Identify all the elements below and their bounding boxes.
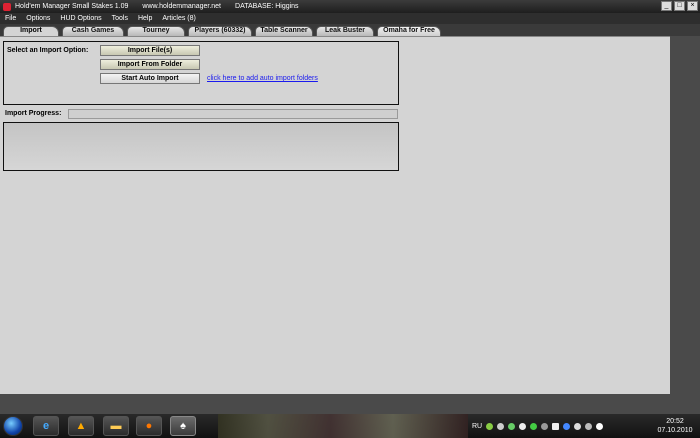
aimp-icon[interactable]: ▲ <box>68 416 94 436</box>
import-option-label: Select an Import Option: <box>7 47 89 54</box>
flag-icon[interactable] <box>552 422 560 430</box>
network-icon[interactable] <box>585 422 593 430</box>
window-database: DATABASE: Higgins <box>235 3 299 10</box>
tab-leak-buster[interactable]: Leak Buster <box>316 26 374 36</box>
close-icon[interactable]: × <box>687 1 698 11</box>
tab-omaha-for-free[interactable]: Omaha for Free <box>377 26 441 36</box>
tab-table-scanner[interactable]: Table Scanner <box>255 26 313 36</box>
tray-icon-5[interactable] <box>530 422 538 430</box>
menu-file[interactable]: File <box>0 15 21 22</box>
import-files-button[interactable]: Import File(s) <box>100 45 200 56</box>
app-icon <box>3 2 11 11</box>
windows-start-icon[interactable] <box>3 416 23 436</box>
language-indicator[interactable]: RU <box>472 423 482 430</box>
tab-import[interactable]: Import <box>3 26 59 36</box>
import-progress-label: Import Progress: <box>5 110 62 117</box>
window-title: Hold'em Manager Small Stakes 1.09 <box>15 3 129 10</box>
clock-date: 07.10.2010 <box>657 427 693 434</box>
import-from-folder-button[interactable]: Import From Folder <box>100 59 200 70</box>
bluetooth-icon[interactable] <box>563 422 571 430</box>
import-log-box <box>3 122 399 171</box>
taskbar-background <box>218 414 468 438</box>
tray-icon-6[interactable] <box>541 422 549 430</box>
menu-options[interactable]: Options <box>21 15 55 22</box>
holdem-manager-task[interactable]: ♠ <box>170 416 196 436</box>
window-controls: _ □ × <box>661 1 698 11</box>
ie-icon[interactable]: e <box>33 416 59 436</box>
menu-bar: File Options HUD Options Tools Help Arti… <box>0 13 700 24</box>
tab-tourney[interactable]: Tourney <box>127 26 185 36</box>
tab-strip: Import Cash Games Tourney Players (60332… <box>0 24 700 36</box>
system-tray: RU <box>472 414 662 438</box>
menu-tools[interactable]: Tools <box>107 15 133 22</box>
tray-icon-2[interactable] <box>497 422 505 430</box>
tray-icon-1[interactable] <box>486 422 494 430</box>
title-bar: Hold'em Manager Small Stakes 1.09 www.ho… <box>0 0 700 13</box>
tab-cash-games[interactable]: Cash Games <box>62 26 124 36</box>
start-auto-import-button[interactable]: Start Auto Import <box>100 73 200 84</box>
menu-hud-options[interactable]: HUD Options <box>55 15 106 22</box>
taskbar: e ▲ ▬ ● ♠ RU 20:52 07.10.2010 <box>0 414 700 438</box>
add-auto-import-folders-link[interactable]: click here to add auto import folders <box>207 75 318 82</box>
background-strip-right <box>670 36 700 394</box>
firefox-icon[interactable]: ● <box>136 416 162 436</box>
import-options-box: Select an Import Option: Import File(s) … <box>3 41 399 105</box>
tab-players[interactable]: Players (60332) <box>188 26 252 36</box>
clock-time: 20:52 <box>666 418 684 425</box>
maximize-icon[interactable]: □ <box>674 1 685 11</box>
window-website: www.holdemmanager.net <box>142 3 222 10</box>
clock[interactable]: 20:52 07.10.2010 <box>655 417 695 435</box>
tray-icon-4[interactable] <box>519 422 527 430</box>
minimize-icon[interactable]: _ <box>661 1 672 11</box>
background-strip-bottom <box>0 394 700 414</box>
import-progress-bar <box>68 109 398 119</box>
volume-icon[interactable] <box>596 422 604 430</box>
explorer-icon[interactable]: ▬ <box>103 416 129 436</box>
tray-icon-3[interactable] <box>508 422 516 430</box>
import-panel: Select an Import Option: Import File(s) … <box>0 36 670 395</box>
menu-help[interactable]: Help <box>133 15 157 22</box>
tray-icon-7[interactable] <box>574 422 582 430</box>
menu-articles[interactable]: Articles (8) <box>157 15 200 22</box>
